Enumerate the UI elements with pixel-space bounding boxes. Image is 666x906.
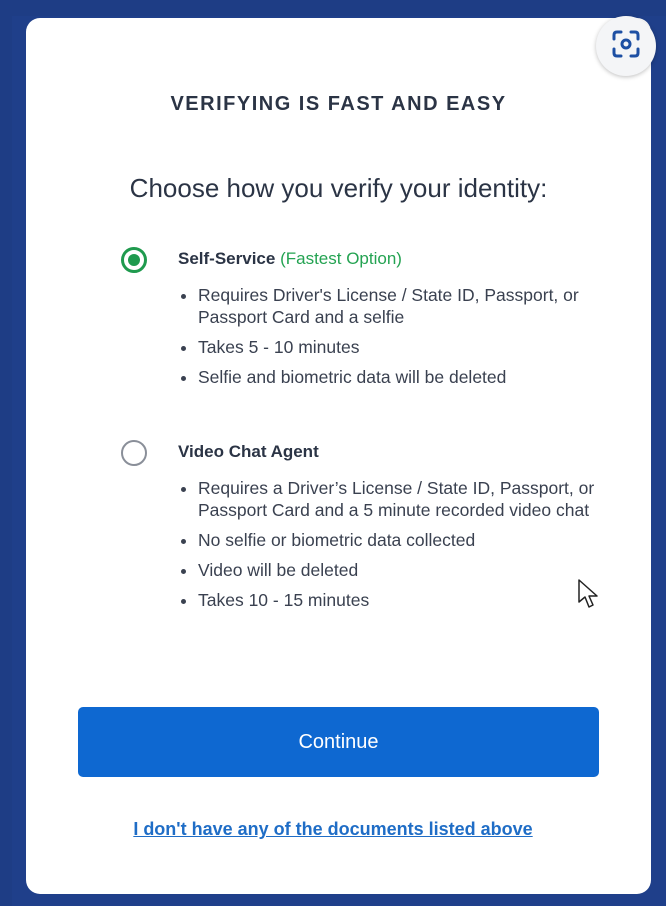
video-chat-requirements: Requires a Driver’s License / State ID, … — [178, 477, 628, 619]
screen-scan-icon — [611, 29, 641, 64]
video-chat-title: Video Chat Agent — [178, 442, 319, 462]
video-chat-radio[interactable] — [121, 440, 147, 466]
window-frame-top — [0, 0, 666, 16]
no-documents-link[interactable]: I don't have any of the documents listed… — [0, 819, 666, 840]
self-service-label: Self-Service — [178, 249, 276, 268]
list-item: No selfie or biometric data collected — [198, 529, 628, 551]
self-service-radio[interactable] — [121, 247, 147, 273]
self-service-requirements: Requires Driver's License / State ID, Pa… — [178, 284, 628, 396]
self-service-title: Self-Service (Fastest Option) — [178, 249, 402, 269]
screen-scan-button[interactable] — [596, 16, 656, 76]
list-item: Requires Driver's License / State ID, Pa… — [198, 284, 628, 328]
continue-button[interactable]: Continue — [78, 707, 599, 777]
window-frame-left — [0, 0, 12, 906]
list-item: Takes 10 - 15 minutes — [198, 589, 628, 611]
list-item: Video will be deleted — [198, 559, 628, 581]
fastest-option-tag: (Fastest Option) — [280, 249, 402, 268]
eyebrow-heading: VERIFYING IS FAST AND EASY — [170, 93, 507, 115]
video-chat-label: Video Chat Agent — [178, 442, 319, 461]
list-item: Selfie and biometric data will be delete… — [198, 366, 628, 388]
list-item: Requires a Driver’s License / State ID, … — [198, 477, 628, 521]
page-title: Choose how you verify your identity: — [129, 173, 548, 203]
mouse-cursor-icon — [577, 578, 599, 615]
list-item: Takes 5 - 10 minutes — [198, 336, 628, 358]
